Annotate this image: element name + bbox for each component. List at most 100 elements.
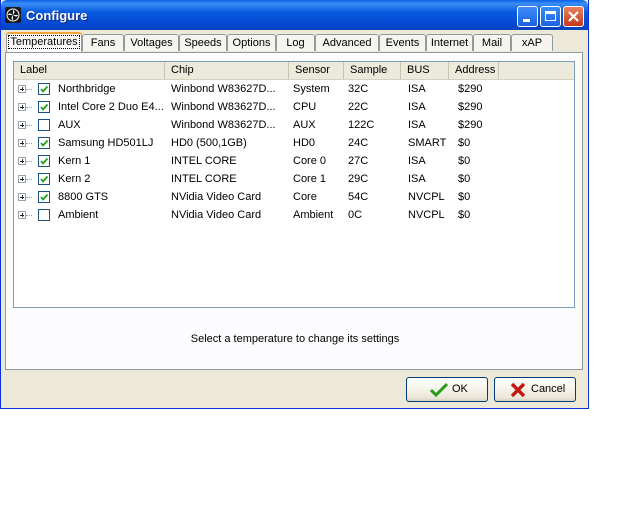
expand-icon[interactable] [18,103,26,111]
tree-connector [26,143,32,144]
table-row[interactable]: Kern 1 INTEL CORE Core 0 27C ISA $0 [14,152,574,170]
tree-connector [26,107,32,108]
column-header-address[interactable]: Address [449,62,499,79]
cell-bus: ISA [408,155,426,167]
cell-chip: Winbond W83627D... [171,119,276,131]
checkmark-icon [430,382,448,398]
expand-icon[interactable] [18,211,26,219]
cell-chip: NVidia Video Card [171,209,262,221]
cell-sensor: HD0 [293,137,316,149]
cell-sample: 27C [348,155,369,167]
column-header-bus[interactable]: BUS [401,62,449,79]
list-header: Label Chip Sensor Sample BUS Address [14,62,574,80]
cell-address: $0 [458,155,471,167]
table-row[interactable]: Intel Core 2 Duo E4... Winbond W83627D...… [14,98,574,116]
expand-icon[interactable] [18,175,26,183]
tree-connector [26,161,32,162]
close-button[interactable] [563,6,584,27]
cell-bus: NVCPL [408,209,445,221]
row-checkbox[interactable] [38,191,50,203]
cell-label: AUX [58,119,81,131]
tab-internet[interactable]: Internet [426,34,473,51]
tab-events[interactable]: Events [379,34,426,51]
cell-address: $0 [458,173,471,185]
tab-fans[interactable]: Fans [82,34,124,51]
row-checkbox[interactable] [38,101,50,113]
column-header-chip[interactable]: Chip [165,62,289,79]
cell-bus: ISA [408,83,426,95]
cell-bus: SMART [408,137,447,149]
cell-bus: ISA [408,173,426,185]
cell-address: $290 [458,101,483,113]
cell-label: Samsung HD501LJ [58,137,154,149]
tab-speeds[interactable]: Speeds [179,34,227,51]
tab-voltages[interactable]: Voltages [124,34,179,51]
expand-icon[interactable] [18,157,26,165]
table-row[interactable]: AUX Winbond W83627D... AUX 122C ISA $290 [14,116,574,134]
cancel-button[interactable]: Cancel [494,377,576,402]
cell-sample: 54C [348,191,369,203]
tree-connector [26,125,32,126]
cell-address: $0 [458,191,471,203]
tree-connector [26,89,32,90]
row-checkbox[interactable] [38,119,50,131]
cell-label: Ambient [58,209,99,221]
row-checkbox[interactable] [38,173,50,185]
tab-temperatures[interactable]: Temperatures [6,32,82,52]
tree-connector [26,197,32,198]
cell-sensor: Core [293,191,317,203]
minimize-button[interactable] [517,6,538,27]
row-checkbox[interactable] [38,83,50,95]
tab-options[interactable]: Options [227,34,276,51]
cell-sample: 0C [348,209,363,221]
expand-icon[interactable] [18,193,26,201]
cell-label: Kern 2 [58,173,91,185]
hint-text: Select a temperature to change its setti… [190,333,400,345]
expand-icon[interactable] [18,85,26,93]
tab-advanced[interactable]: Advanced [315,34,379,51]
column-header-label[interactable]: Label [14,62,165,79]
cell-sample: 29C [348,173,369,185]
cell-label: Kern 1 [58,155,91,167]
tab-xap[interactable]: xAP [511,34,553,51]
cell-address: $0 [458,209,471,221]
expand-icon[interactable] [18,139,26,147]
cell-chip: INTEL CORE [171,173,237,185]
column-header-sample[interactable]: Sample [344,62,401,79]
cell-address: $290 [458,119,483,131]
cell-sample: 32C [348,83,369,95]
cell-chip: Winbond W83627D... [171,101,276,113]
x-icon [510,382,526,398]
expand-icon[interactable] [18,121,26,129]
ok-button[interactable]: OK [406,377,488,402]
tab-strip: Temperatures Fans Voltages Speeds Option… [6,32,586,53]
column-header-sensor[interactable]: Sensor [289,62,344,79]
table-row[interactable]: Kern 2 INTEL CORE Core 1 29C ISA $0 [14,170,574,188]
cell-bus: ISA [408,101,426,113]
title-bar[interactable]: Configure [1,0,588,30]
cell-sensor: Ambient [293,209,334,221]
tab-mail[interactable]: Mail [473,34,511,51]
table-row[interactable]: 8800 GTS NVidia Video Card Core 54C NVCPL $0 [14,188,574,206]
cell-sensor: CPU [293,101,317,113]
tab-log[interactable]: Log [276,34,315,51]
cell-sensor: Core 0 [293,155,327,167]
row-checkbox[interactable] [38,137,50,149]
table-row[interactable]: Ambient NVidia Video Card Ambient 0C NVCPL $0 [14,206,574,224]
row-checkbox[interactable] [38,155,50,167]
cell-chip: Winbond W83627D... [171,83,276,95]
cancel-label: Cancel [531,383,566,395]
fan-icon [5,7,21,23]
cell-sensor: AUX [293,119,316,131]
row-checkbox[interactable] [38,209,50,221]
tree-connector [26,179,32,180]
table-row[interactable]: Samsung HD501LJ HD0 (500,1GB) HD0 24C SMART $… [14,134,574,152]
cell-address: $290 [458,83,483,95]
table-row[interactable]: Northbridge Winbond W83627D... System 32C IS… [14,80,574,98]
cell-chip: NVidia Video Card [171,191,262,203]
cell-sample: 22C [348,101,369,113]
cell-sample: 24C [348,137,369,149]
maximize-button[interactable] [540,6,561,27]
cell-label: Intel Core 2 Duo E4... [58,101,164,113]
temperature-list[interactable]: Label Chip Sensor Sample BUS Address Nor… [13,61,575,308]
